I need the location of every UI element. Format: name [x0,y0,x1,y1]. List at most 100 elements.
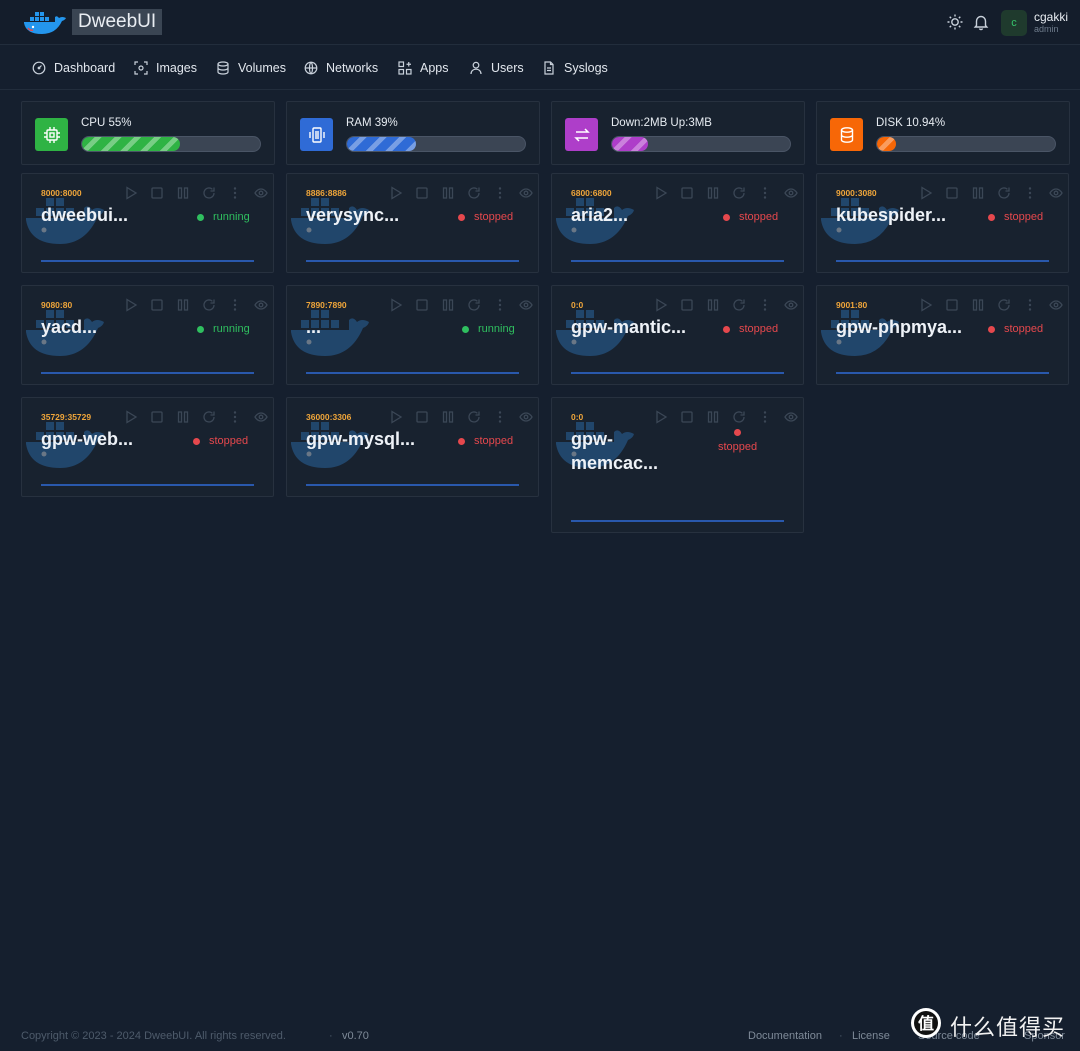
eye-icon[interactable] [778,185,803,201]
more-vertical-icon[interactable] [752,297,778,313]
documentation-link[interactable]: Documentation [748,1030,822,1042]
nav-volumes[interactable]: Volumes [216,58,286,78]
eye-icon[interactable] [778,297,803,313]
sun-icon[interactable] [946,13,964,31]
container-name[interactable]: gpw-mantic... [571,315,686,339]
pause-icon[interactable] [965,185,991,201]
start-icon[interactable] [383,297,409,313]
more-vertical-icon[interactable] [222,297,248,313]
eye-icon[interactable] [1043,185,1068,201]
container-name[interactable]: dweebui... [41,203,128,227]
avatar[interactable]: c [1001,10,1027,36]
more-vertical-icon[interactable] [222,409,248,425]
username[interactable]: cgakki [1034,10,1068,24]
license-link[interactable]: License [852,1030,890,1042]
container-card[interactable]: 7890:7890 ... running [286,285,539,385]
version[interactable]: v0.70 [342,1030,369,1042]
pause-icon[interactable] [435,409,461,425]
more-vertical-icon[interactable] [1017,297,1043,313]
nav-dashboard[interactable]: Dashboard [32,58,115,78]
container-card[interactable]: 35729:35729 gpw-web... stopped [21,397,274,497]
eye-icon[interactable] [513,297,538,313]
container-name[interactable]: gpw-mysql... [306,427,415,451]
docker-whale-logo-icon[interactable] [22,9,66,37]
stop-icon[interactable] [144,185,170,201]
start-icon[interactable] [648,297,674,313]
container-card[interactable]: 9000:3080 kubespider... stopped [816,173,1069,273]
more-vertical-icon[interactable] [487,409,513,425]
start-icon[interactable] [118,185,144,201]
stop-icon[interactable] [409,409,435,425]
restart-icon[interactable] [991,185,1017,201]
start-icon[interactable] [383,409,409,425]
container-card[interactable]: 8000:8000 dweebui... running [21,173,274,273]
start-icon[interactable] [648,185,674,201]
nav-users[interactable]: Users [469,58,524,78]
pause-icon[interactable] [700,297,726,313]
container-name[interactable]: kubespider... [836,203,946,227]
more-vertical-icon[interactable] [487,297,513,313]
restart-icon[interactable] [461,297,487,313]
eye-icon[interactable] [248,297,273,313]
pause-icon[interactable] [435,297,461,313]
start-icon[interactable] [383,185,409,201]
container-card[interactable]: 0:0 gpw-mantic... stopped [551,285,804,385]
stop-icon[interactable] [674,297,700,313]
stop-icon[interactable] [939,297,965,313]
stop-icon[interactable] [409,297,435,313]
stop-icon[interactable] [144,297,170,313]
restart-icon[interactable] [991,297,1017,313]
pause-icon[interactable] [170,409,196,425]
start-icon[interactable] [913,297,939,313]
eye-icon[interactable] [513,185,538,201]
eye-icon[interactable] [513,409,538,425]
pause-icon[interactable] [965,297,991,313]
container-name[interactable]: yacd... [41,315,97,339]
start-icon[interactable] [118,297,144,313]
container-name[interactable]: gpw-memcac... [571,427,691,475]
pause-icon[interactable] [700,185,726,201]
nav-apps[interactable]: Apps [398,58,449,78]
stop-icon[interactable] [144,409,170,425]
container-name[interactable]: gpw-phpmya... [836,315,962,339]
start-icon[interactable] [118,409,144,425]
restart-icon[interactable] [196,297,222,313]
stop-icon[interactable] [409,185,435,201]
start-icon[interactable] [648,409,674,425]
eye-icon[interactable] [1043,297,1068,313]
eye-icon[interactable] [778,409,803,425]
pause-icon[interactable] [170,185,196,201]
restart-icon[interactable] [726,409,752,425]
restart-icon[interactable] [196,409,222,425]
more-vertical-icon[interactable] [752,409,778,425]
container-name[interactable]: verysync... [306,203,399,227]
restart-icon[interactable] [726,297,752,313]
eye-icon[interactable] [248,409,273,425]
more-vertical-icon[interactable] [752,185,778,201]
container-name[interactable]: aria2... [571,203,628,227]
bell-icon[interactable] [972,13,990,31]
container-name[interactable]: gpw-web... [41,427,133,451]
restart-icon[interactable] [461,185,487,201]
container-card[interactable]: 9080:80 yacd... running [21,285,274,385]
more-vertical-icon[interactable] [1017,185,1043,201]
restart-icon[interactable] [726,185,752,201]
pause-icon[interactable] [170,297,196,313]
container-name[interactable]: ... [306,315,321,339]
container-card[interactable]: 36000:3306 gpw-mysql... stopped [286,397,539,497]
start-icon[interactable] [913,185,939,201]
container-card[interactable]: 6800:6800 aria2... stopped [551,173,804,273]
pause-icon[interactable] [700,409,726,425]
eye-icon[interactable] [248,185,273,201]
more-vertical-icon[interactable] [487,185,513,201]
pause-icon[interactable] [435,185,461,201]
stop-icon[interactable] [674,409,700,425]
nav-syslogs[interactable]: Syslogs [542,58,608,78]
stop-icon[interactable] [674,185,700,201]
container-card[interactable]: 9001:80 gpw-phpmya... stopped [816,285,1069,385]
restart-icon[interactable] [196,185,222,201]
more-vertical-icon[interactable] [222,185,248,201]
container-card[interactable]: 0:0 gpw-memcac... stopped [551,397,804,533]
stop-icon[interactable] [939,185,965,201]
container-card[interactable]: 8886:8886 verysync... stopped [286,173,539,273]
